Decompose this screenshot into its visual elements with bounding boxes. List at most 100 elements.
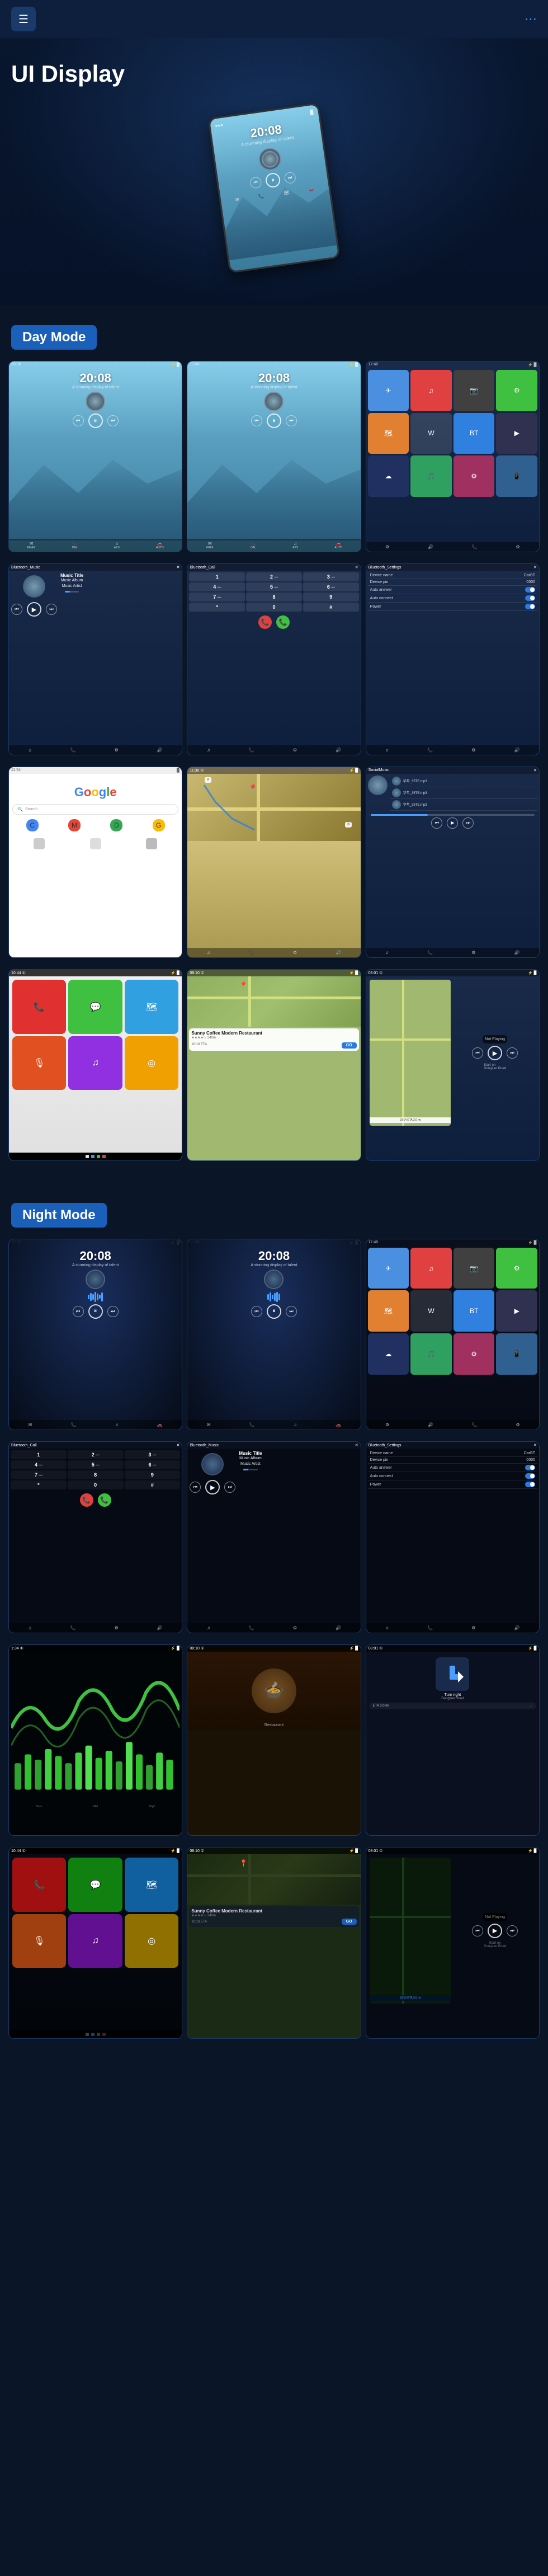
night-carplay-maps[interactable]: 🗺: [125, 1858, 178, 1911]
night-app-11[interactable]: 📱: [496, 1333, 537, 1375]
night-controls-2[interactable]: ⏮ ⏸ ⏭: [187, 1304, 360, 1319]
social-bottom-3[interactable]: ⚙: [470, 949, 476, 956]
night-app-7[interactable]: ▶: [496, 1290, 537, 1332]
bt-call-close[interactable]: ✕: [355, 565, 358, 570]
night-bt-prev[interactable]: ⏮: [190, 1482, 201, 1493]
night-pause-2[interactable]: ⏸: [267, 1304, 281, 1319]
settings-bottom-4[interactable]: 🔊: [513, 746, 521, 754]
social-music-close[interactable]: ✕: [533, 768, 537, 773]
maps-icon[interactable]: 🗺: [284, 190, 290, 195]
social-track-1[interactable]: 华年_35TE.mp3: [390, 775, 537, 787]
night-np-play[interactable]: ▶: [488, 1924, 502, 1938]
key-5[interactable]: 5 ─: [246, 582, 302, 591]
night-apps-b4[interactable]: ⚙: [514, 1421, 521, 1428]
key-3[interactable]: 3 ─: [303, 572, 359, 581]
night-app-6[interactable]: W: [410, 1290, 452, 1332]
nav-bottom-1[interactable]: ♫: [206, 949, 211, 956]
pause-btn-1[interactable]: ⏸: [88, 413, 103, 428]
app-extra4[interactable]: ⚙: [453, 455, 495, 497]
app-music[interactable]: ♫: [410, 370, 452, 411]
night-bottom-icon-1[interactable]: ✉: [27, 1421, 34, 1428]
phone-icon[interactable]: 📞: [258, 194, 264, 199]
night-app-10[interactable]: ⚙: [453, 1333, 495, 1375]
night-key-8[interactable]: 8: [68, 1470, 124, 1479]
app-extra5[interactable]: 📱: [496, 455, 537, 497]
night-btm-b1[interactable]: ♫: [206, 1624, 211, 1632]
night-next-1[interactable]: ⏭: [107, 1306, 119, 1317]
night-next-2[interactable]: ⏭: [286, 1306, 297, 1317]
social-bottom-2[interactable]: 📞: [426, 949, 434, 956]
night-bt-play[interactable]: ▶: [205, 1480, 220, 1494]
night-prev-2[interactable]: ⏮: [251, 1306, 262, 1317]
social-track-3[interactable]: 华年_35TE.mp3: [390, 799, 537, 811]
night-app-2[interactable]: ♫: [410, 1248, 452, 1289]
key-hash[interactable]: #: [303, 603, 359, 612]
night-auto-answer-toggle[interactable]: [525, 1465, 535, 1470]
bottom-music-icon-1[interactable]: ♫APS: [113, 540, 121, 551]
auto-connect-toggle[interactable]: [525, 595, 535, 601]
night-controls-1[interactable]: ⏮ ⏸ ⏭: [9, 1304, 182, 1319]
email-icon[interactable]: ✉: [235, 197, 239, 203]
key-2[interactable]: 2 ─: [246, 572, 302, 581]
night-set-b3[interactable]: ⚙: [470, 1624, 476, 1632]
settings-bottom-2[interactable]: 📞: [426, 746, 434, 754]
app-extra2[interactable]: ☁: [368, 455, 409, 497]
np-next[interactable]: ⏭: [507, 1047, 518, 1059]
night-app-5[interactable]: 🗺: [368, 1290, 409, 1332]
prev-btn-1[interactable]: ⏮: [73, 415, 84, 426]
google-search-bar[interactable]: 🔍 Search: [12, 804, 178, 815]
nav-bottom-4[interactable]: 🔊: [334, 949, 342, 956]
night-call-b2[interactable]: 📞: [69, 1624, 77, 1632]
night-key-3[interactable]: 3 ─: [125, 1450, 181, 1459]
night-set-b1[interactable]: ♫: [384, 1624, 390, 1632]
bt-bottom-4[interactable]: 🔊: [156, 746, 164, 754]
carplay-phone-app[interactable]: 📞: [12, 980, 66, 1033]
key-9[interactable]: 9: [303, 593, 359, 601]
key-8[interactable]: 8: [246, 593, 302, 601]
night-app-3[interactable]: 📷: [453, 1248, 495, 1289]
call-bottom-2[interactable]: 📞: [248, 746, 256, 754]
bt-bottom-1[interactable]: ♫: [27, 746, 33, 754]
bottom-auto-icon-2[interactable]: 🚗AUTO: [333, 540, 343, 551]
answer-call-btn[interactable]: 📞: [276, 615, 290, 629]
call-bottom-1[interactable]: ♫: [206, 746, 211, 754]
night-key-hash[interactable]: #: [125, 1480, 181, 1489]
next-button[interactable]: ⏭: [284, 172, 296, 185]
bt-play[interactable]: ▶: [27, 602, 41, 617]
night-bottom2-3[interactable]: ♫: [292, 1421, 298, 1428]
bt-bottom-3[interactable]: ⚙: [114, 746, 120, 754]
night-go-button[interactable]: GO: [342, 1919, 357, 1925]
night-set-b4[interactable]: 🔊: [513, 1624, 521, 1632]
google-app-maps[interactable]: M: [68, 819, 81, 831]
night-key-5[interactable]: 5 ─: [68, 1460, 124, 1469]
np-prev[interactable]: ⏮: [472, 1047, 483, 1059]
app-bt[interactable]: BT: [453, 413, 495, 454]
bottom-email-icon-1[interactable]: ✉EMAIL: [26, 540, 37, 551]
night-key-1[interactable]: 1: [11, 1450, 67, 1459]
social-next[interactable]: ⏭: [462, 817, 474, 829]
night-key-star[interactable]: *: [11, 1480, 67, 1489]
night-carplay-phone[interactable]: 📞: [12, 1858, 66, 1911]
controls-2[interactable]: ⏮ ⏸ ⏭: [187, 413, 360, 428]
carplay-podcast-app[interactable]: 🎙: [12, 1036, 66, 1090]
night-np-next[interactable]: ⏭: [507, 1925, 518, 1936]
night-carplay-podcast[interactable]: 🎙: [12, 1914, 66, 1968]
nav-dots-icon[interactable]: ⋯: [525, 12, 537, 26]
night-np-controls[interactable]: ⏮ ▶ ⏭: [472, 1924, 518, 1938]
app-waze2[interactable]: W: [410, 413, 452, 454]
carplay-music-app[interactable]: ♫: [68, 1036, 122, 1090]
np-play[interactable]: ▶: [488, 1046, 502, 1060]
night-key-7[interactable]: 7 ─: [11, 1470, 67, 1479]
night-carplay-siri[interactable]: ◎: [125, 1914, 178, 1968]
night-btm-b3[interactable]: ⚙: [292, 1624, 298, 1632]
pause-btn-2[interactable]: ⏸: [267, 413, 281, 428]
night-key-6[interactable]: 6 ─: [125, 1460, 181, 1469]
night-app-1[interactable]: ✈: [368, 1248, 409, 1289]
next-btn-2[interactable]: ⏭: [286, 415, 297, 426]
controls-1[interactable]: ⏮ ⏸ ⏭: [9, 413, 182, 428]
not-playing-controls[interactable]: ⏮ ▶ ⏭: [472, 1046, 518, 1060]
power-toggle[interactable]: [525, 604, 535, 609]
social-bottom-4[interactable]: 🔊: [513, 949, 521, 956]
night-bt-settings-close[interactable]: ✕: [533, 1443, 537, 1447]
bottom-music-icon-2[interactable]: ♫APS: [291, 540, 299, 551]
